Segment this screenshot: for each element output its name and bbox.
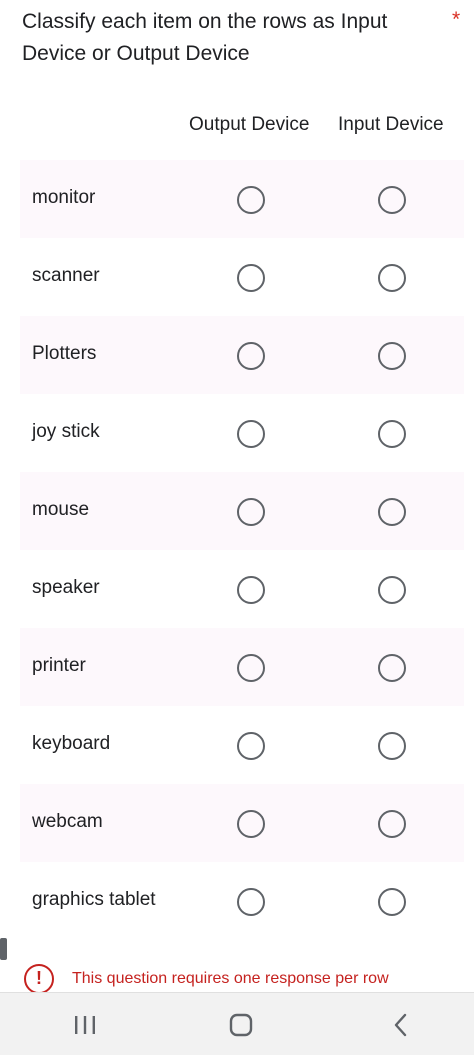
grid-row-graphics-tablet: graphics tablet (20, 862, 464, 940)
grid-row-keyboard: keyboard (20, 706, 464, 784)
radio-input-monitor[interactable] (378, 186, 406, 214)
radio-input-printer[interactable] (378, 654, 406, 682)
row-label: mouse (32, 499, 90, 520)
grid-row-webcam: webcam (20, 784, 464, 862)
radio-output-keyboard[interactable] (237, 732, 265, 760)
radio-output-speaker[interactable] (237, 576, 265, 604)
row-label: scanner (32, 265, 100, 286)
grid-row-scanner: scanner (20, 238, 464, 316)
radio-input-scanner[interactable] (378, 264, 406, 292)
column-header-input: Input Device (338, 114, 444, 135)
home-button[interactable] (226, 1011, 256, 1039)
row-label: keyboard (32, 733, 111, 754)
recent-apps-button[interactable] (70, 1011, 100, 1039)
recent-apps-icon (75, 1016, 95, 1034)
radio-output-graphics-tablet[interactable] (237, 888, 265, 916)
radio-input-webcam[interactable] (378, 810, 406, 838)
scrollbar-thumb[interactable] (0, 938, 7, 960)
radio-output-monitor[interactable] (237, 186, 265, 214)
grid-row-printer: printer (20, 628, 464, 706)
radio-output-mouse[interactable] (237, 498, 265, 526)
required-asterisk: * (452, 8, 461, 31)
radio-input-plotters[interactable] (378, 342, 406, 370)
column-headers: Output Device Input Device (0, 114, 474, 140)
radio-input-graphics-tablet[interactable] (378, 888, 406, 916)
radio-output-printer[interactable] (237, 654, 265, 682)
grid-row-mouse: mouse (20, 472, 464, 550)
row-label: monitor (32, 187, 96, 208)
error-message: This question requires one response per … (72, 970, 389, 987)
row-label: speaker (32, 577, 100, 598)
row-label: joy stick (32, 421, 100, 442)
question-title: Classify each item on the rows as Input … (22, 10, 388, 65)
system-nav-bar (0, 992, 474, 1055)
row-label: webcam (32, 811, 103, 832)
back-icon (394, 1013, 407, 1037)
radio-output-joy-stick[interactable] (237, 420, 265, 448)
radio-output-plotters[interactable] (237, 342, 265, 370)
alert-circle-icon: ! (24, 964, 54, 994)
grid-row-joy-stick: joy stick (20, 394, 464, 472)
radio-input-speaker[interactable] (378, 576, 406, 604)
row-label: printer (32, 655, 86, 676)
radio-output-webcam[interactable] (237, 810, 265, 838)
radio-input-keyboard[interactable] (378, 732, 406, 760)
grid-row-plotters: Plotters (20, 316, 464, 394)
validation-error: ! This question requires one response pe… (24, 964, 464, 994)
grid-row-monitor: monitor (20, 160, 464, 238)
column-header-output: Output Device (189, 114, 310, 135)
radio-input-mouse[interactable] (378, 498, 406, 526)
back-button[interactable] (386, 1011, 416, 1039)
grid-row-speaker: speaker (20, 550, 464, 628)
home-icon (229, 1013, 253, 1037)
choice-grid: monitor scanner Plotters joy stick mouse… (20, 160, 464, 940)
row-label: Plotters (32, 343, 97, 364)
radio-input-joy-stick[interactable] (378, 420, 406, 448)
row-label: graphics tablet (32, 889, 156, 910)
radio-output-scanner[interactable] (237, 264, 265, 292)
